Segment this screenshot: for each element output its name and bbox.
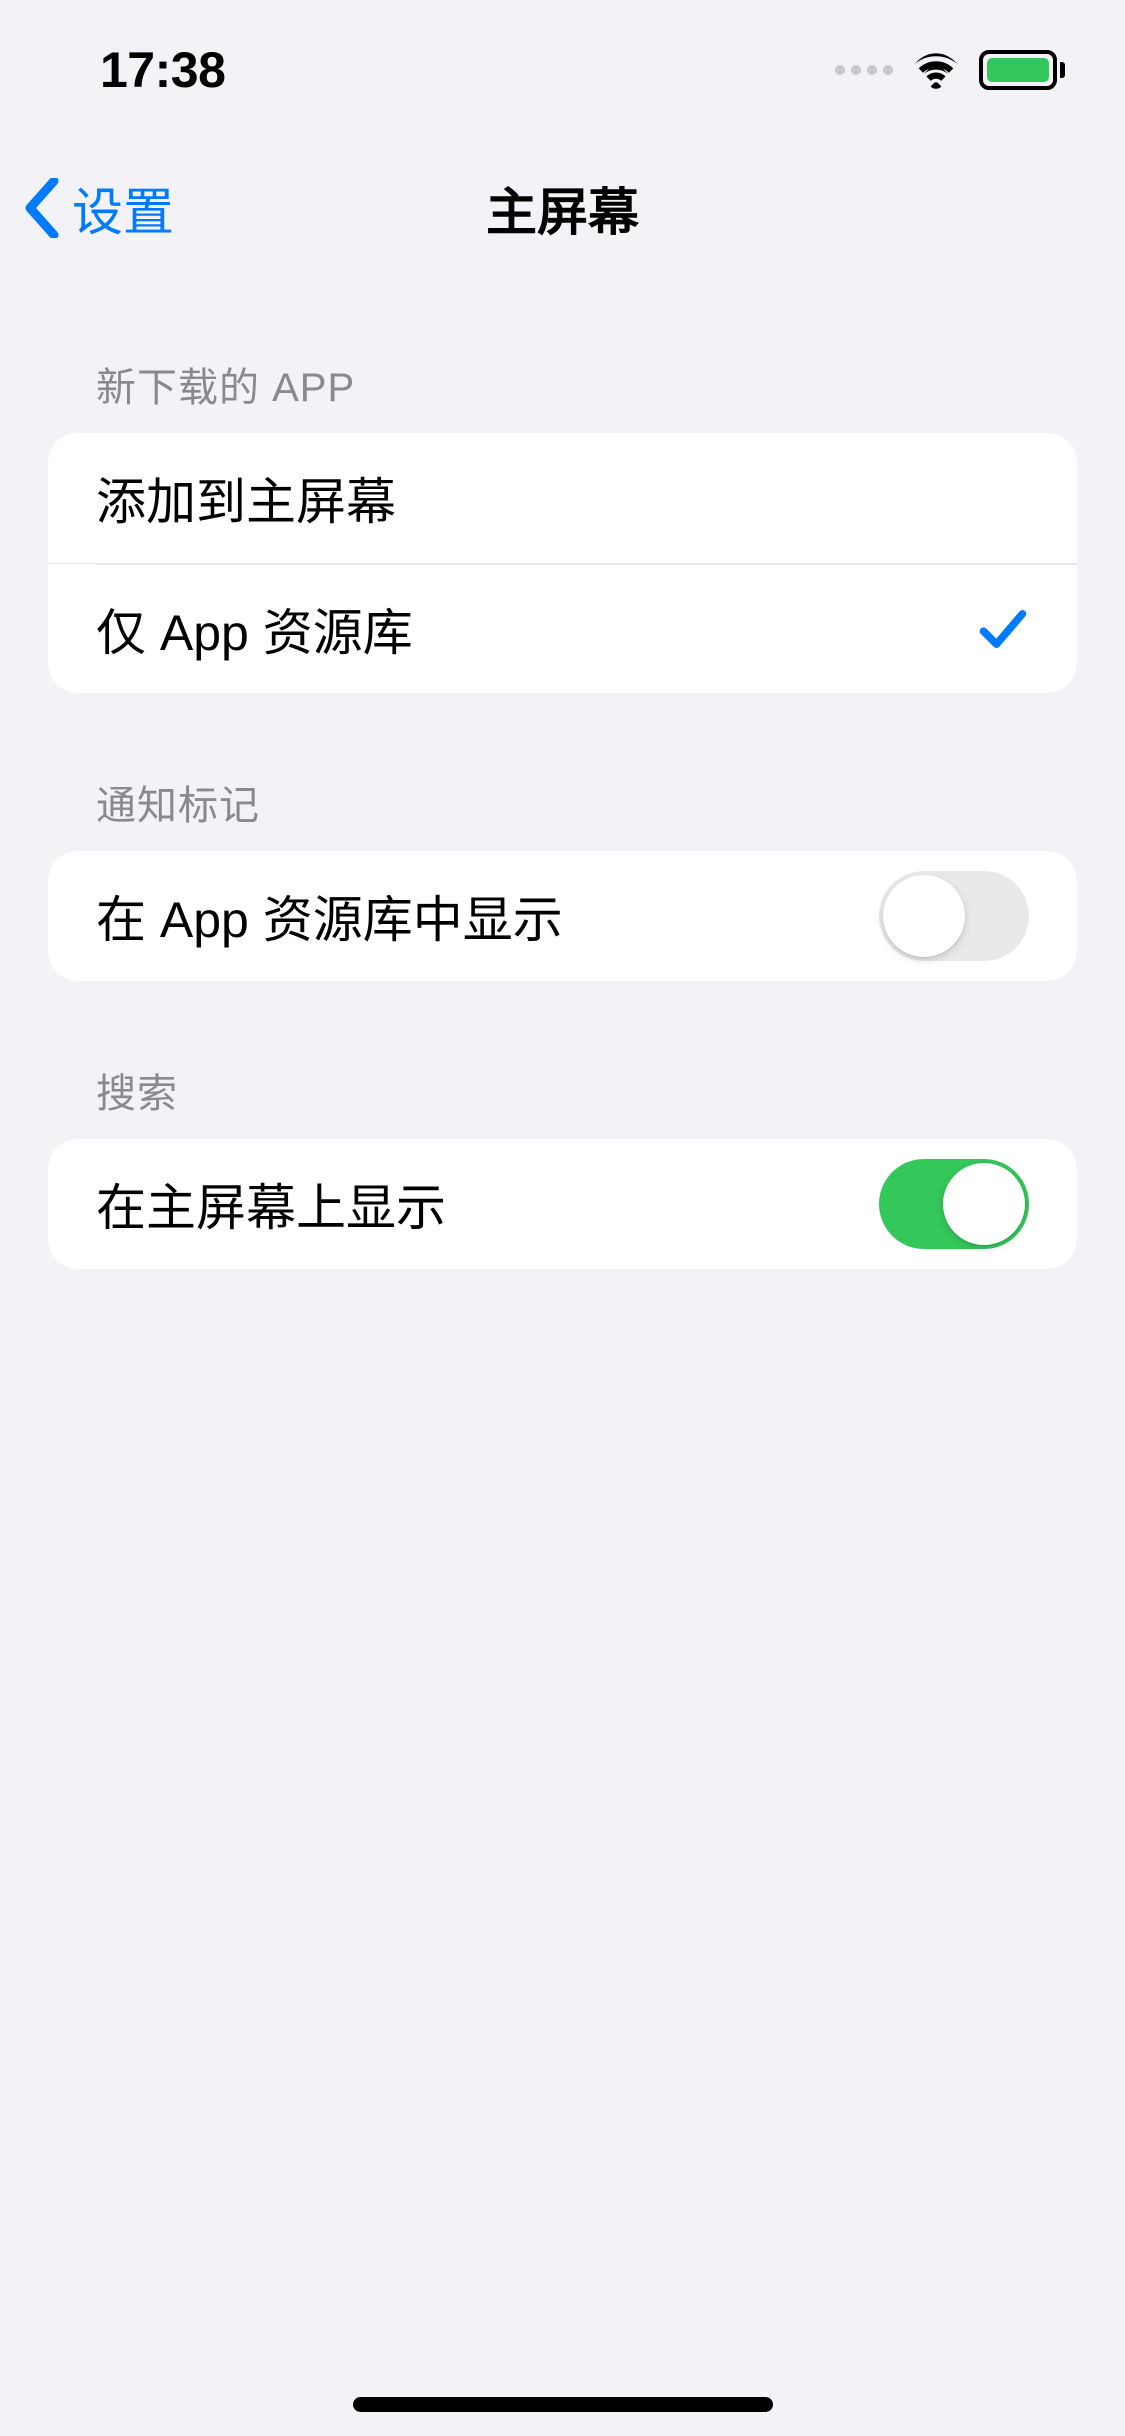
back-label: 设置 (72, 171, 174, 245)
option-app-library-only[interactable]: 仅 App 资源库 (48, 563, 1077, 693)
section-header-badges: 通知标记 (0, 773, 1125, 851)
signal-dots-icon (835, 65, 893, 75)
toggle-knob (943, 1163, 1025, 1245)
toggle-show-on-home[interactable] (879, 1159, 1029, 1249)
option-label: 仅 App 资源库 (96, 593, 413, 665)
group-badges: 在 App 资源库中显示 (48, 851, 1077, 981)
chevron-left-icon (24, 178, 60, 238)
checkmark-icon (977, 603, 1029, 655)
home-indicator[interactable] (353, 2397, 773, 2412)
option-label: 添加到主屏幕 (96, 462, 396, 534)
group-new-apps: 添加到主屏幕 仅 App 资源库 (48, 433, 1077, 693)
wifi-icon (911, 51, 961, 89)
toggle-label: 在 App 资源库中显示 (96, 880, 563, 952)
nav-bar: 设置 主屏幕 (0, 140, 1125, 275)
toggle-label: 在主屏幕上显示 (96, 1168, 446, 1240)
status-bar: 17:38 (0, 0, 1125, 140)
toggle-knob (883, 875, 965, 957)
section-new-apps: 新下载的 APP 添加到主屏幕 仅 App 资源库 (0, 355, 1125, 693)
status-time: 17:38 (100, 41, 225, 99)
group-search: 在主屏幕上显示 (48, 1139, 1077, 1269)
row-show-in-library: 在 App 资源库中显示 (48, 851, 1077, 981)
row-show-on-home: 在主屏幕上显示 (48, 1139, 1077, 1269)
section-search: 搜索 在主屏幕上显示 (0, 1061, 1125, 1269)
section-header-search: 搜索 (0, 1061, 1125, 1139)
toggle-show-in-library[interactable] (879, 871, 1029, 961)
back-button[interactable]: 设置 (24, 171, 174, 245)
section-header-new-apps: 新下载的 APP (0, 355, 1125, 433)
option-add-to-home[interactable]: 添加到主屏幕 (48, 433, 1077, 563)
section-badges: 通知标记 在 App 资源库中显示 (0, 773, 1125, 981)
status-right (835, 50, 1065, 90)
battery-icon (979, 50, 1065, 90)
